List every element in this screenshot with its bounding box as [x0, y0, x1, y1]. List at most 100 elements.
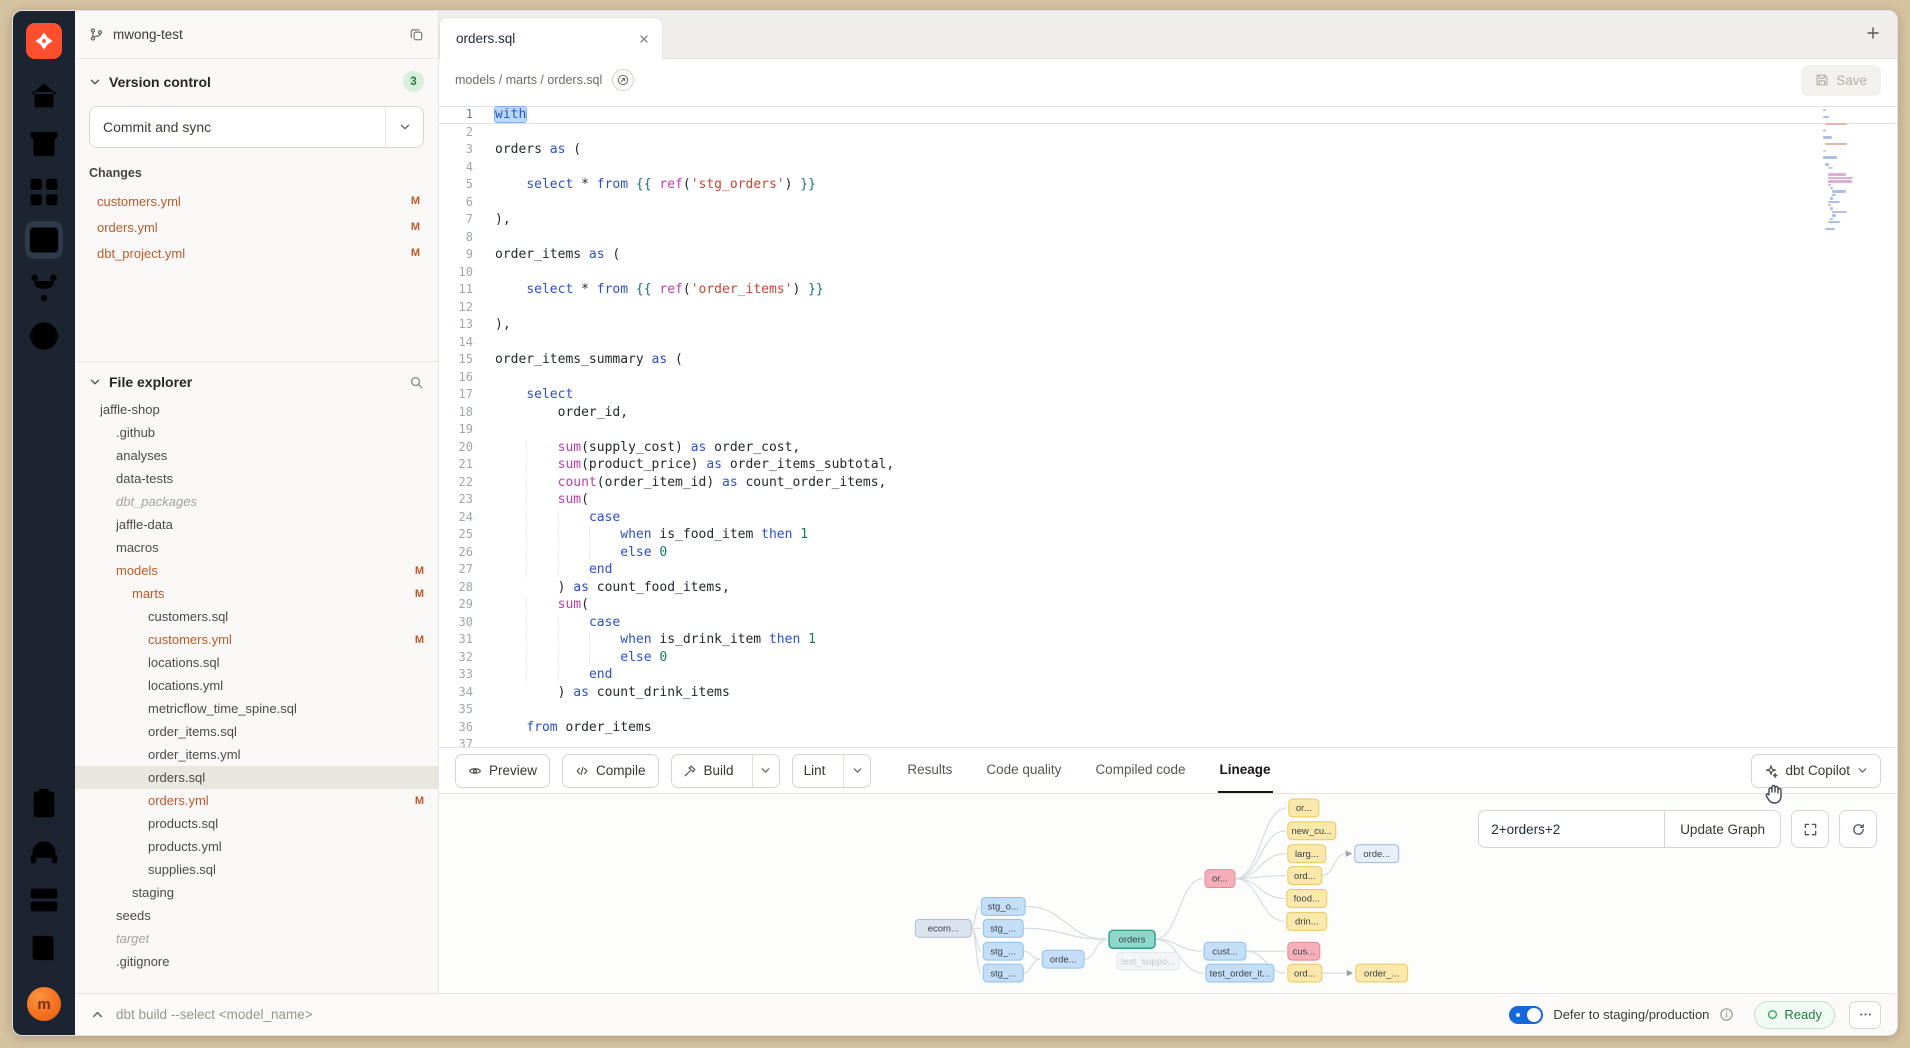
tree-item-target[interactable]: target	[75, 927, 438, 950]
tree-item-data-tests[interactable]: data-tests	[75, 467, 438, 490]
tree-item-models[interactable]: modelsM	[75, 559, 438, 582]
lineage-node-tsup[interactable]: test_suppo...	[1117, 952, 1179, 970]
rail-book-icon[interactable]	[25, 929, 63, 967]
expand-command-bar-icon[interactable]	[91, 1008, 104, 1021]
changed-file-orders-yml[interactable]: orders.ymlM	[89, 214, 424, 240]
changed-file-customers-yml[interactable]: customers.ymlM	[89, 188, 424, 214]
lineage-node-y3[interactable]: larg...	[1288, 845, 1326, 863]
lineage-node-y6[interactable]: drin...	[1287, 912, 1327, 930]
rail-develop-icon[interactable]	[25, 221, 63, 259]
lineage-node-stg1[interactable]: stg_o...	[981, 897, 1025, 915]
lineage-node-orpk[interactable]: or...	[1205, 870, 1235, 888]
build-options-chevron-icon[interactable]	[752, 755, 779, 787]
lineage-selector-input[interactable]: 2+orders+2	[1478, 810, 1664, 848]
panel-tab-code-quality[interactable]: Code quality	[984, 748, 1063, 793]
minimap[interactable]	[1823, 109, 1875, 233]
copy-branch-button[interactable]	[409, 27, 424, 42]
tree-item-products-sql[interactable]: products.sql	[75, 812, 438, 835]
dbt-logo-icon[interactable]	[26, 23, 62, 59]
tree-item-locations-yml[interactable]: locations.yml	[75, 674, 438, 697]
lineage-node-pk2[interactable]: cus...	[1288, 942, 1320, 960]
lineage-node-cust[interactable]: cust...	[1204, 942, 1246, 960]
tree-item-customers-sql[interactable]: customers.sql	[75, 605, 438, 628]
tree-item-orders-sql[interactable]: orders.sql	[75, 766, 438, 789]
save-button[interactable]: Save	[1801, 65, 1881, 96]
version-control-header[interactable]: Version control 3	[89, 71, 424, 92]
rail-grid-icon[interactable]	[25, 173, 63, 211]
lineage-node-y1[interactable]: or...	[1289, 799, 1319, 817]
tree-item-metricflow-time-spine-sql[interactable]: metricflow_time_spine.sql	[75, 697, 438, 720]
tree-item-order-items-yml[interactable]: order_items.yml	[75, 743, 438, 766]
fullscreen-icon[interactable]	[1791, 810, 1829, 848]
rail-archive-icon[interactable]	[25, 125, 63, 163]
compile-button[interactable]: Compile	[562, 754, 659, 788]
lineage-node-mid[interactable]: orde...	[1042, 950, 1084, 968]
lineage-node-y2[interactable]: new_cu...	[1288, 822, 1336, 840]
tree-item-marts[interactable]: martsM	[75, 582, 438, 605]
file-explorer-header[interactable]: File explorer	[75, 374, 438, 390]
commit-and-sync-button[interactable]: Commit and sync	[89, 106, 424, 148]
lint-button[interactable]: Lint	[792, 754, 872, 788]
rail-compass-icon[interactable]	[25, 317, 63, 355]
tree-item-analyses[interactable]: analyses	[75, 444, 438, 467]
tree-item-jaffle-shop[interactable]: jaffle-shop	[75, 398, 438, 421]
panel-tab-lineage[interactable]: Lineage	[1218, 748, 1273, 793]
commit-options-chevron-icon[interactable]	[385, 107, 423, 147]
close-tab-icon[interactable]	[638, 33, 650, 45]
lineage-node-y4[interactable]: ord...	[1288, 867, 1322, 885]
tree-item-order-items-sql[interactable]: order_items.sql	[75, 720, 438, 743]
tree-item-dbt-packages[interactable]: dbt_packages	[75, 490, 438, 513]
defer-toggle[interactable]	[1509, 1006, 1543, 1024]
rail-home-icon[interactable]	[25, 77, 63, 115]
rail-fork-icon[interactable]	[25, 269, 63, 307]
lineage-node-y7[interactable]: ord...	[1288, 964, 1322, 982]
tree-item--gitignore[interactable]: .gitignore	[75, 950, 438, 973]
tab-orders-sql[interactable]: orders.sql	[439, 17, 663, 59]
tree-item-products-yml[interactable]: products.yml	[75, 835, 438, 858]
lineage-node-orders[interactable]: orders	[1109, 930, 1155, 948]
info-icon[interactable]	[1719, 1007, 1734, 1022]
lineage-node-outm[interactable]: orde...	[1355, 845, 1399, 863]
lineage-node-stg3[interactable]: stg_...	[983, 942, 1023, 960]
rail-headset-icon[interactable]	[25, 833, 63, 871]
lineage-node-stg2[interactable]: stg_...	[983, 919, 1023, 937]
tree-item-label: .gitignore	[116, 954, 169, 969]
tree-item-orders-yml[interactable]: orders.ymlM	[75, 789, 438, 812]
lineage-panel[interactable]: ecom...stg_o...stg_...stg_...stg_...orde…	[439, 793, 1897, 993]
panel-tab-results[interactable]: Results	[905, 748, 954, 793]
command-input[interactable]: dbt build --select <model_name>	[116, 1007, 313, 1022]
rail-server-icon[interactable]	[25, 881, 63, 919]
tree-item-seeds[interactable]: seeds	[75, 904, 438, 927]
tree-item-jaffle-data[interactable]: jaffle-data	[75, 513, 438, 536]
changed-file-dbt-project-yml[interactable]: dbt_project.ymlM	[89, 240, 424, 266]
refresh-graph-icon[interactable]	[1839, 810, 1877, 848]
search-files-icon[interactable]	[409, 375, 424, 390]
lineage-node-tord[interactable]: test_order_it...	[1206, 964, 1274, 982]
tree-item-staging[interactable]: staging	[75, 881, 438, 904]
more-options-button[interactable]	[1849, 1001, 1881, 1029]
tree-item-locations-sql[interactable]: locations.sql	[75, 651, 438, 674]
svg-text:orde...: orde...	[1050, 954, 1077, 965]
dbt-copilot-button[interactable]: dbt Copilot	[1751, 754, 1881, 788]
modified-badge: M	[411, 221, 424, 233]
lineage-node-y5[interactable]: food...	[1287, 890, 1327, 908]
lint-options-chevron-icon[interactable]	[843, 755, 870, 787]
build-button[interactable]: Build	[671, 754, 780, 788]
preview-button[interactable]: Preview	[455, 754, 550, 788]
panel-tab-compiled-code[interactable]: Compiled code	[1093, 748, 1187, 793]
tree-item-label: order_items.yml	[148, 747, 240, 762]
tree-item-customers-yml[interactable]: customers.ymlM	[75, 628, 438, 651]
update-graph-button[interactable]: Update Graph	[1664, 810, 1781, 848]
new-tab-button[interactable]	[1865, 25, 1881, 41]
open-in-new-icon[interactable]	[612, 69, 634, 91]
tree-item--github[interactable]: .github	[75, 421, 438, 444]
avatar[interactable]: m	[27, 987, 61, 1021]
lineage-node-stg4[interactable]: stg_...	[983, 964, 1023, 982]
tree-item-supplies-sql[interactable]: supplies.sql	[75, 858, 438, 881]
rail-clipboard-icon[interactable]	[25, 785, 63, 823]
lineage-node-outy[interactable]: order_...	[1356, 964, 1408, 982]
code-editor[interactable]: 1with23orders as (45 select * from {{ re…	[439, 101, 1897, 747]
lineage-node-ecom[interactable]: ecom...	[915, 919, 971, 937]
tree-item-macros[interactable]: macros	[75, 536, 438, 559]
tree-item-label: locations.sql	[148, 655, 220, 670]
